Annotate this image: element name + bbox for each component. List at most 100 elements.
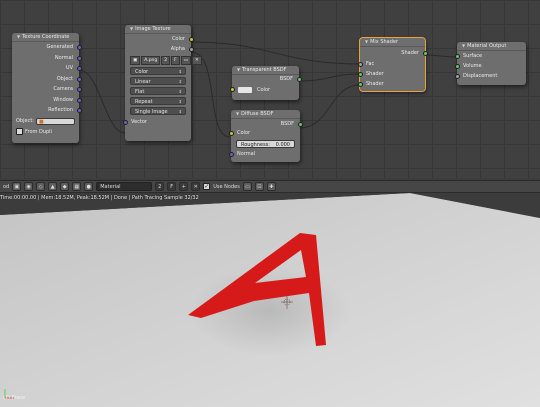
interpolation-select[interactable]: Linear ⇕ [130, 77, 186, 85]
close-icon[interactable]: ✕ [192, 56, 202, 65]
output-generated: Generated [12, 42, 82, 53]
socket-icon[interactable] [76, 76, 82, 82]
input-normal: Normal [228, 150, 300, 159]
socket-icon[interactable] [357, 72, 363, 77]
output-bsdf: BSDF [231, 119, 303, 129]
triangle-collapse-icon[interactable]: ▼ [17, 34, 20, 39]
output-object: Object [12, 74, 82, 85]
link-mix-to-surface [424, 54, 458, 58]
socket-icon[interactable] [229, 87, 235, 92]
socket-icon[interactable] [122, 120, 128, 125]
snap-icon[interactable]: ⊡ [254, 182, 264, 191]
color-space-select[interactable]: Color ⇕ [130, 67, 186, 75]
color-swatch[interactable] [238, 86, 252, 93]
node-tree-icon[interactable]: ◇ [36, 182, 46, 191]
mix-shader-node[interactable]: ▼ Mix Shader Shader Fac Shader Shader [357, 37, 428, 92]
object-row: Object: ■ [12, 116, 79, 127]
triangle-collapse-icon[interactable]: ▼ [237, 67, 240, 72]
camera-icon[interactable]: ▦ [72, 182, 82, 191]
object-cube-icon: ■ [38, 118, 44, 125]
chevron-updown-icon: ⇕ [178, 99, 182, 104]
output-alpha: Alpha [125, 44, 194, 54]
socket-icon[interactable] [188, 47, 194, 52]
node-title: Mix Shader [370, 39, 399, 45]
input-fac: Fac [357, 59, 425, 69]
chevron-updown-icon: ⇕ [178, 89, 182, 94]
socket-icon[interactable] [422, 51, 428, 56]
object-field[interactable]: ■ [35, 117, 75, 125]
input-volume: Volume [454, 61, 526, 71]
image-selector[interactable]: ▣ A.png 2 F ▭ ✕ [130, 56, 202, 65]
object-mode-icon[interactable]: ▣ [12, 182, 22, 191]
texture-coordinate-node[interactable]: ▼ Texture Coordinate Generated Normal UV … [12, 33, 82, 143]
material-slot-icon[interactable]: ● [84, 182, 94, 191]
input-color: Color [229, 84, 299, 96]
output-window: Window [12, 95, 82, 106]
image-users[interactable]: 2 [161, 56, 171, 65]
node-header[interactable]: ▼ Transparent BSDF [232, 66, 299, 75]
socket-icon[interactable] [296, 77, 302, 82]
node-header[interactable]: ▼ Mix Shader [360, 38, 425, 47]
output-camera: Camera [12, 84, 82, 95]
socket-icon[interactable] [357, 82, 363, 87]
backdrop-icon[interactable]: ▭ [242, 182, 252, 191]
projection-select[interactable]: Flat ⇕ [130, 87, 186, 95]
render-icon[interactable]: ▲ [48, 182, 58, 191]
pin-icon[interactable]: ◆ [60, 182, 70, 191]
triangle-collapse-icon[interactable]: ▼ [130, 26, 133, 31]
socket-icon[interactable] [76, 97, 82, 103]
socket-icon[interactable] [297, 122, 303, 127]
material-name-field[interactable]: Material [96, 182, 153, 191]
transparent-bsdf-node[interactable]: ▼ Transparent BSDF BSDF Color [229, 66, 302, 100]
node-title: Texture Coordinate [22, 34, 70, 40]
socket-icon[interactable] [228, 131, 234, 136]
open-folder-icon[interactable]: ▭ [180, 56, 191, 65]
checkbox-icon[interactable] [16, 128, 23, 136]
socket-icon[interactable] [76, 108, 82, 113]
node-editor[interactable]: ▼ Texture Coordinate Generated Normal UV … [0, 0, 540, 178]
socket-icon[interactable] [76, 66, 82, 71]
socket-icon[interactable] [76, 55, 82, 61]
node-title: Transparent BSDF [242, 67, 287, 73]
active-object-label: (1) Plane [3, 395, 26, 401]
socket-icon[interactable] [454, 74, 460, 79]
diffuse-bsdf-node[interactable]: ▼ Diffuse BSDF BSDF Color Roughness: 0.000… [228, 110, 303, 162]
extension-select[interactable]: Repeat ⇕ [130, 97, 186, 105]
roughness-slider[interactable]: Roughness: 0.000 [236, 140, 295, 148]
node-header[interactable]: ▼ Material Output [457, 42, 526, 51]
socket-icon[interactable] [454, 64, 460, 69]
render-status: Time:00:00.00 | Mem:18.52M, Peak:18.52M … [0, 195, 199, 201]
node-title: Image Texture [135, 26, 171, 32]
fake-user-button[interactable]: F [171, 56, 180, 65]
socket-icon[interactable] [76, 87, 82, 92]
use-nodes-checkbox[interactable]: ✓ [203, 183, 211, 190]
socket-icon[interactable] [188, 37, 194, 42]
socket-icon[interactable] [228, 152, 234, 157]
crosshair-icon[interactable]: ✚ [266, 182, 276, 191]
fake-user-button[interactable]: F [167, 182, 177, 191]
new-material-icon[interactable]: + [179, 182, 189, 191]
input-displacement: Displacement [454, 71, 526, 81]
triangle-collapse-icon[interactable]: ▼ [236, 111, 239, 116]
image-browse-icon[interactable]: ▣ [130, 56, 141, 65]
node-header[interactable]: ▼ Diffuse BSDF [231, 110, 300, 119]
material-users[interactable]: 2 [155, 182, 165, 191]
output-shader: Shader [360, 47, 428, 59]
3d-viewport[interactable]: Time:00:00.00 | Mem:18.52M, Peak:18.52M … [0, 193, 540, 407]
image-texture-node[interactable]: ▼ Image Texture Color Alpha ▣ A.png 2 F ▭… [122, 25, 202, 141]
source-select[interactable]: Single Image ⇕ [130, 107, 186, 115]
image-name-field[interactable]: A.png [141, 56, 161, 65]
socket-icon[interactable] [76, 45, 82, 50]
editor-type-icon[interactable]: od [3, 184, 9, 190]
triangle-collapse-icon[interactable]: ▼ [462, 43, 465, 48]
socket-icon[interactable] [454, 54, 460, 59]
node-header[interactable]: ▼ Image Texture [125, 25, 191, 34]
chevron-updown-icon: ⇕ [178, 79, 182, 84]
triangle-collapse-icon[interactable]: ▼ [365, 39, 368, 44]
world-icon[interactable]: ◉ [24, 182, 34, 191]
node-header[interactable]: ▼ Texture Coordinate [12, 33, 79, 42]
socket-icon[interactable] [357, 62, 363, 67]
output-reflection: Reflection [12, 105, 82, 116]
material-output-node[interactable]: ▼ Material Output Surface Volume Displace… [454, 42, 526, 85]
close-icon[interactable]: ✕ [191, 182, 201, 191]
